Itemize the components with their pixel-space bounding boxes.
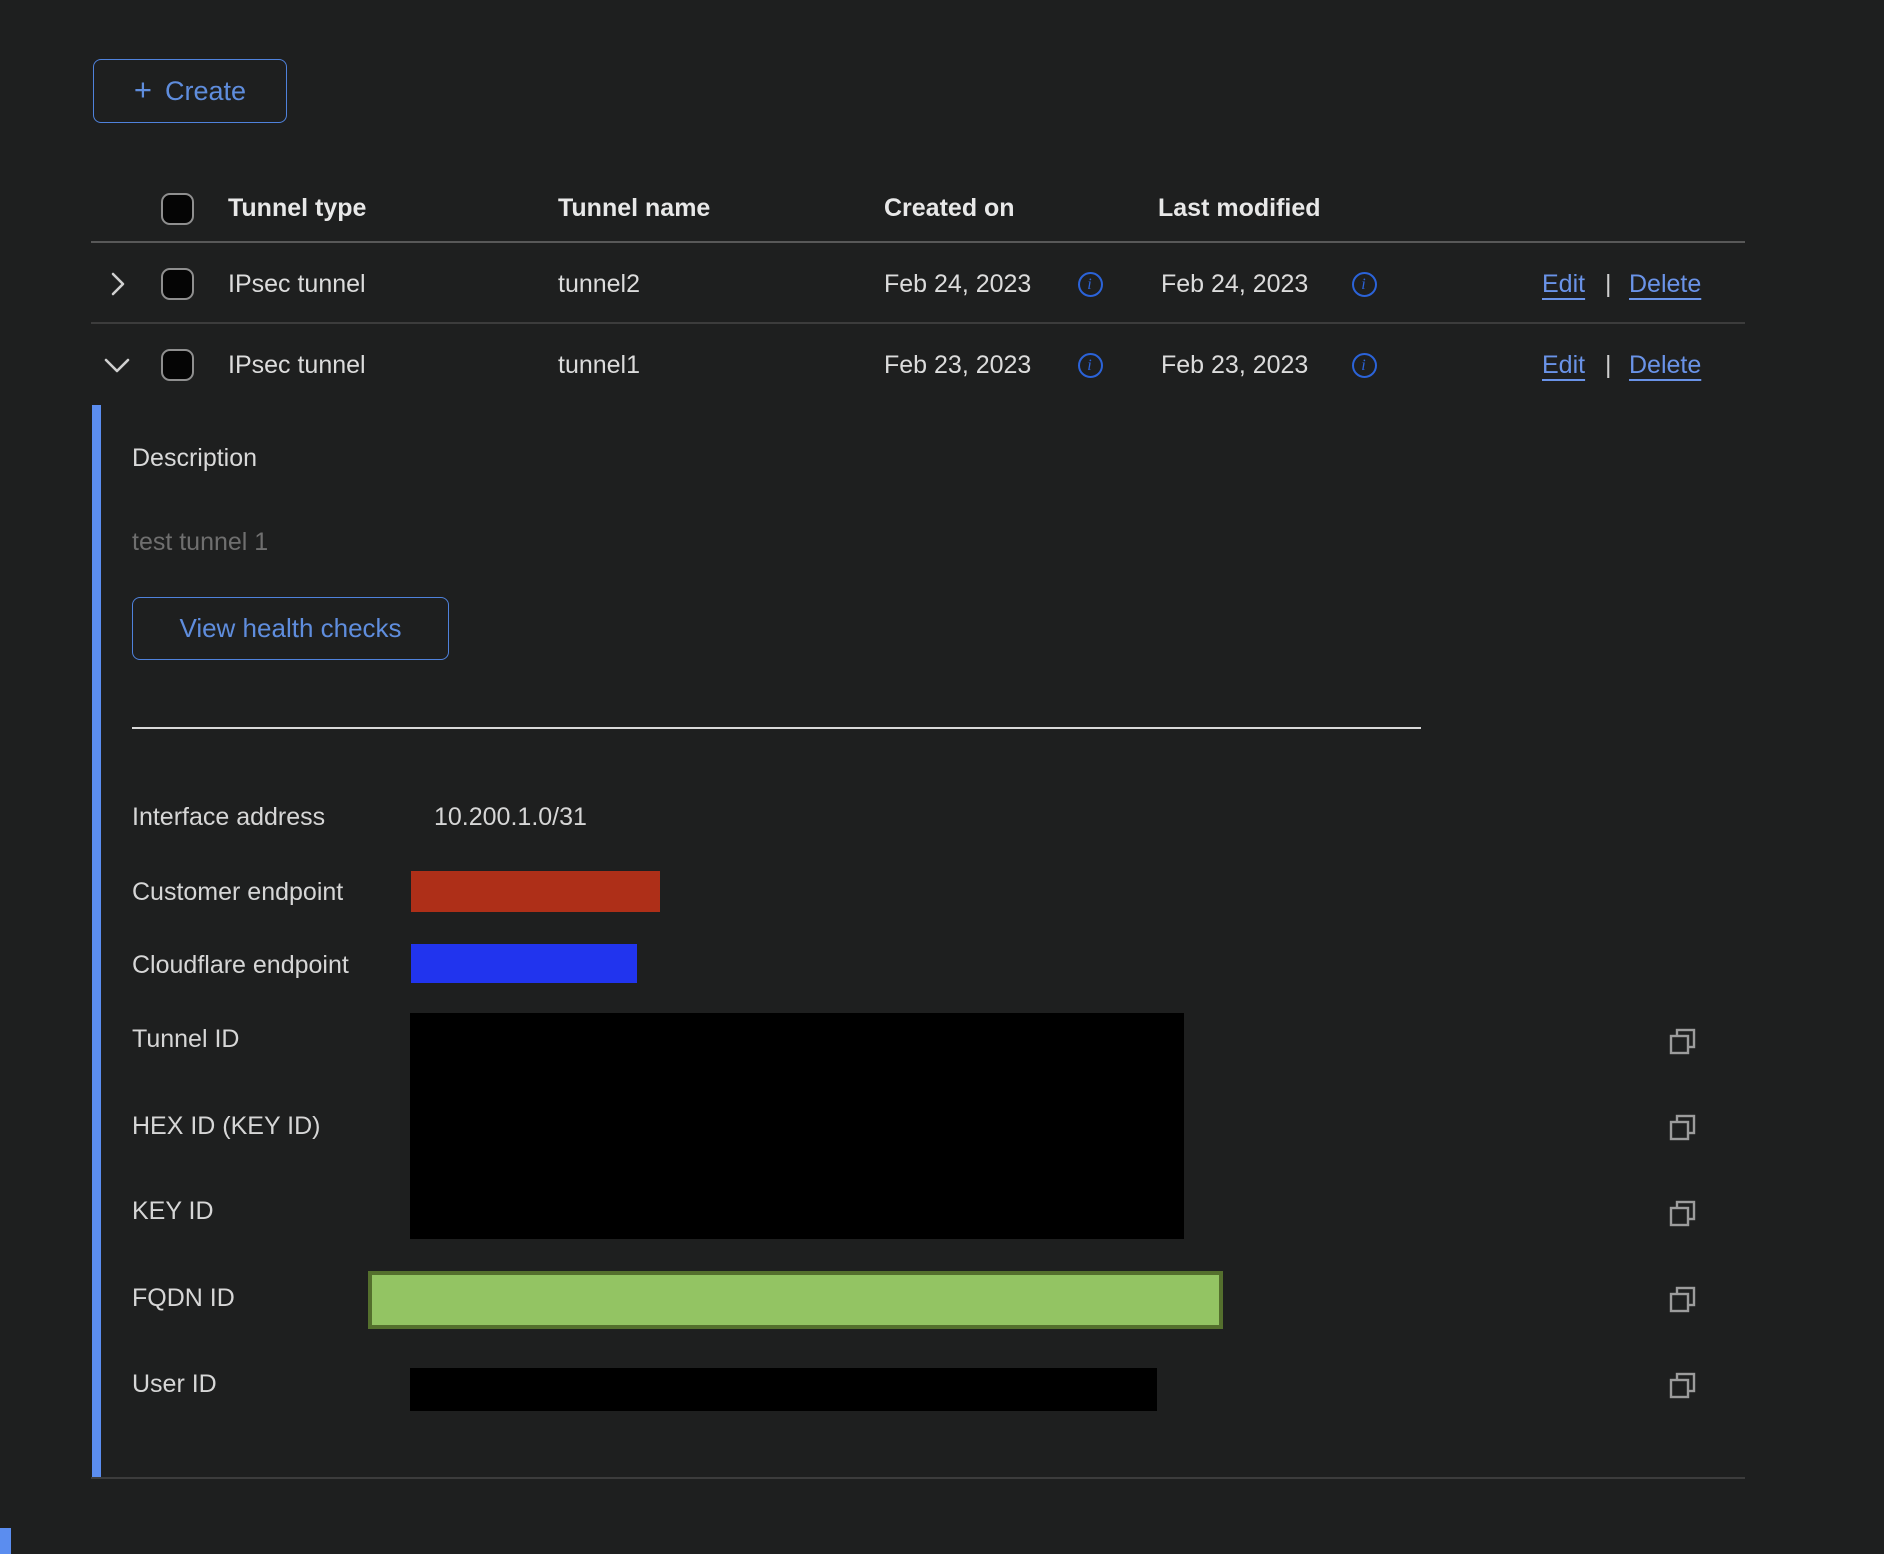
description-label: Description [132,444,257,473]
detail-divider [132,727,1421,729]
created-on-cell: Feb 23, 2023 [884,351,1031,380]
row-checkbox[interactable] [161,268,194,300]
copy-icon [1666,1025,1700,1059]
user-id-label: User ID [132,1370,217,1399]
created-on-cell: Feb 24, 2023 [884,270,1031,299]
info-icon[interactable]: i [1078,272,1103,297]
expanded-row-accent-bar [92,405,101,1478]
ids-redacted-value [410,1013,1184,1239]
info-icon[interactable]: i [1352,272,1377,297]
fqdn-id-label: FQDN ID [132,1284,235,1313]
description-value: test tunnel 1 [132,528,268,557]
delete-link[interactable]: Delete [1629,270,1701,299]
view-health-checks-button[interactable]: View health checks [132,597,449,660]
chevron-down-icon[interactable] [103,353,131,377]
scrollbar-fragment [0,1528,11,1554]
copy-user-id-button[interactable] [1666,1369,1700,1403]
cloudflare-endpoint-redacted-value [411,944,637,983]
copy-fqdn-id-button[interactable] [1666,1283,1700,1317]
customer-endpoint-label: Customer endpoint [132,878,343,907]
tunnel-type-cell: IPsec tunnel [228,351,366,380]
column-header-last-modified: Last modified [1158,194,1321,223]
delete-link[interactable]: Delete [1629,351,1701,380]
copy-key-id-button[interactable] [1666,1197,1700,1231]
copy-icon [1666,1369,1700,1403]
action-separator: | [1605,351,1612,380]
create-button[interactable]: + Create [93,59,287,123]
hex-id-label: HEX ID (KEY ID) [132,1112,320,1141]
key-id-label: KEY ID [132,1197,214,1226]
edit-link[interactable]: Edit [1542,351,1585,380]
info-icon[interactable]: i [1078,353,1103,378]
customer-endpoint-redacted-value [411,871,660,912]
copy-icon [1666,1111,1700,1145]
fqdn-id-redacted-value [368,1271,1223,1329]
column-header-created-on: Created on [884,194,1015,223]
tunnel-id-label: Tunnel ID [132,1025,239,1054]
action-separator: | [1605,270,1612,299]
copy-icon [1666,1197,1700,1231]
column-header-tunnel-type: Tunnel type [228,194,366,223]
info-icon[interactable]: i [1352,353,1377,378]
tunnel-type-cell: IPsec tunnel [228,270,366,299]
copy-hex-id-button[interactable] [1666,1111,1700,1145]
copy-tunnel-id-button[interactable] [1666,1025,1700,1059]
user-id-redacted-value [410,1368,1157,1411]
row-divider [91,322,1745,324]
select-all-checkbox[interactable] [161,193,194,225]
header-divider [91,241,1745,243]
row-checkbox[interactable] [161,349,194,381]
last-modified-cell: Feb 24, 2023 [1161,270,1308,299]
tunnel-name-cell: tunnel1 [558,351,640,380]
copy-icon [1666,1283,1700,1317]
edit-link[interactable]: Edit [1542,270,1585,299]
tunnel-name-cell: tunnel2 [558,270,640,299]
column-header-tunnel-name: Tunnel name [558,194,710,223]
panel-bottom-divider [91,1477,1745,1479]
tunnels-page: + Create Tunnel type Tunnel name Created… [0,0,1884,1554]
plus-icon: + [134,74,152,105]
interface-address-label: Interface address [132,803,325,832]
create-button-label: Create [165,76,246,107]
interface-address-value: 10.200.1.0/31 [434,803,587,832]
cloudflare-endpoint-label: Cloudflare endpoint [132,951,349,980]
last-modified-cell: Feb 23, 2023 [1161,351,1308,380]
chevron-right-icon[interactable] [106,271,130,297]
